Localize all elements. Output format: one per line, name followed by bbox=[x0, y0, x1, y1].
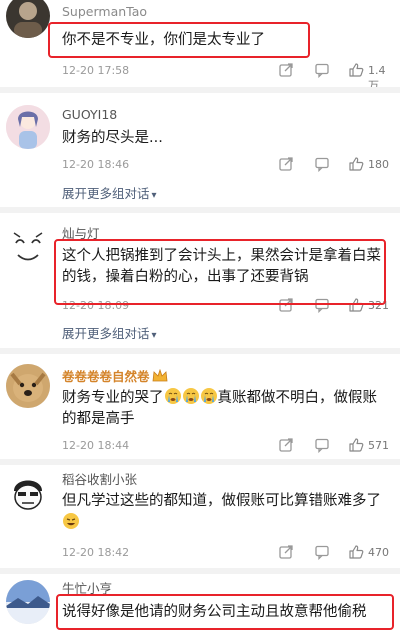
share-icon[interactable] bbox=[278, 437, 294, 453]
crown-icon bbox=[152, 368, 168, 383]
highlight-box bbox=[48, 22, 310, 58]
timestamp: 12-20 18:44 bbox=[62, 439, 130, 452]
username[interactable]: GUOYI18 bbox=[62, 107, 117, 122]
timestamp: 12-20 18:42 bbox=[62, 546, 130, 559]
reply-icon[interactable] bbox=[314, 437, 330, 453]
highlight-box bbox=[56, 594, 394, 630]
comment-text: 但凡学过这些的都知道，做假账可比算错账难多了 bbox=[62, 491, 386, 534]
username[interactable]: 卷卷卷卷自然卷 bbox=[62, 366, 168, 385]
share-icon[interactable] bbox=[278, 544, 294, 560]
comment-text-part: 但凡学过这些的都知道，做假账可比算错账难多了 bbox=[62, 493, 381, 509]
divider bbox=[0, 459, 400, 465]
comment-text: 财务专业的哭了 真账都做不明白，做假账的都是高手 bbox=[62, 387, 388, 430]
avatar[interactable] bbox=[6, 471, 50, 515]
comment-text: 财务的尽头是... bbox=[62, 130, 163, 146]
divider bbox=[0, 568, 400, 574]
avatar[interactable] bbox=[6, 225, 50, 269]
chevron-down-icon: ▾ bbox=[151, 190, 157, 201]
divider bbox=[0, 348, 400, 354]
thumbs-up-icon[interactable] bbox=[348, 62, 364, 78]
thumbs-up-icon[interactable] bbox=[348, 437, 364, 453]
expand-label: 展开更多组对话 bbox=[62, 326, 150, 341]
avatar[interactable] bbox=[6, 580, 50, 624]
like-count: 470 bbox=[368, 546, 389, 559]
comment-meta: 12-20 17:58 1.4万 bbox=[62, 62, 392, 92]
reply-icon[interactable] bbox=[314, 156, 330, 172]
thumbs-up-icon[interactable] bbox=[348, 156, 364, 172]
share-icon[interactable] bbox=[278, 62, 294, 78]
timestamp: 12-20 18:46 bbox=[62, 158, 130, 171]
divider bbox=[0, 87, 400, 93]
comment-text-part: 财务专业的哭了 bbox=[62, 390, 164, 406]
chevron-down-icon: ▾ bbox=[151, 330, 157, 341]
avatar[interactable] bbox=[6, 105, 50, 149]
timestamp: 12-20 17:58 bbox=[62, 64, 130, 77]
expand-conversation-link[interactable]: 展开更多组对话 ▾ bbox=[62, 323, 157, 342]
expand-label: 展开更多组对话 bbox=[62, 186, 150, 201]
reply-icon[interactable] bbox=[314, 62, 330, 78]
like-count: 571 bbox=[368, 439, 389, 452]
avatar[interactable] bbox=[6, 0, 50, 38]
comment-meta: 12-20 18:44 571 bbox=[62, 437, 392, 455]
username[interactable]: 稻谷收割小张 bbox=[62, 469, 137, 488]
expand-conversation-link[interactable]: 展开更多组对话 ▾ bbox=[62, 183, 157, 202]
comment-meta: 12-20 18:46 180 bbox=[62, 156, 392, 174]
divider bbox=[0, 207, 400, 213]
thumbs-up-icon[interactable] bbox=[348, 544, 364, 560]
grin-emoji bbox=[62, 512, 80, 530]
avatar[interactable] bbox=[6, 364, 50, 408]
comment-meta: 12-20 18:42 470 bbox=[62, 544, 392, 562]
username-label: 卷卷卷卷自然卷 bbox=[62, 369, 150, 384]
crying-face-emoji bbox=[182, 387, 200, 405]
share-icon[interactable] bbox=[278, 156, 294, 172]
highlight-box bbox=[54, 239, 386, 305]
reply-icon[interactable] bbox=[314, 544, 330, 560]
username[interactable]: SupermanTao bbox=[62, 4, 147, 19]
like-count: 180 bbox=[368, 158, 389, 171]
crying-face-emoji bbox=[164, 387, 182, 405]
crying-face-emoji bbox=[200, 387, 218, 405]
